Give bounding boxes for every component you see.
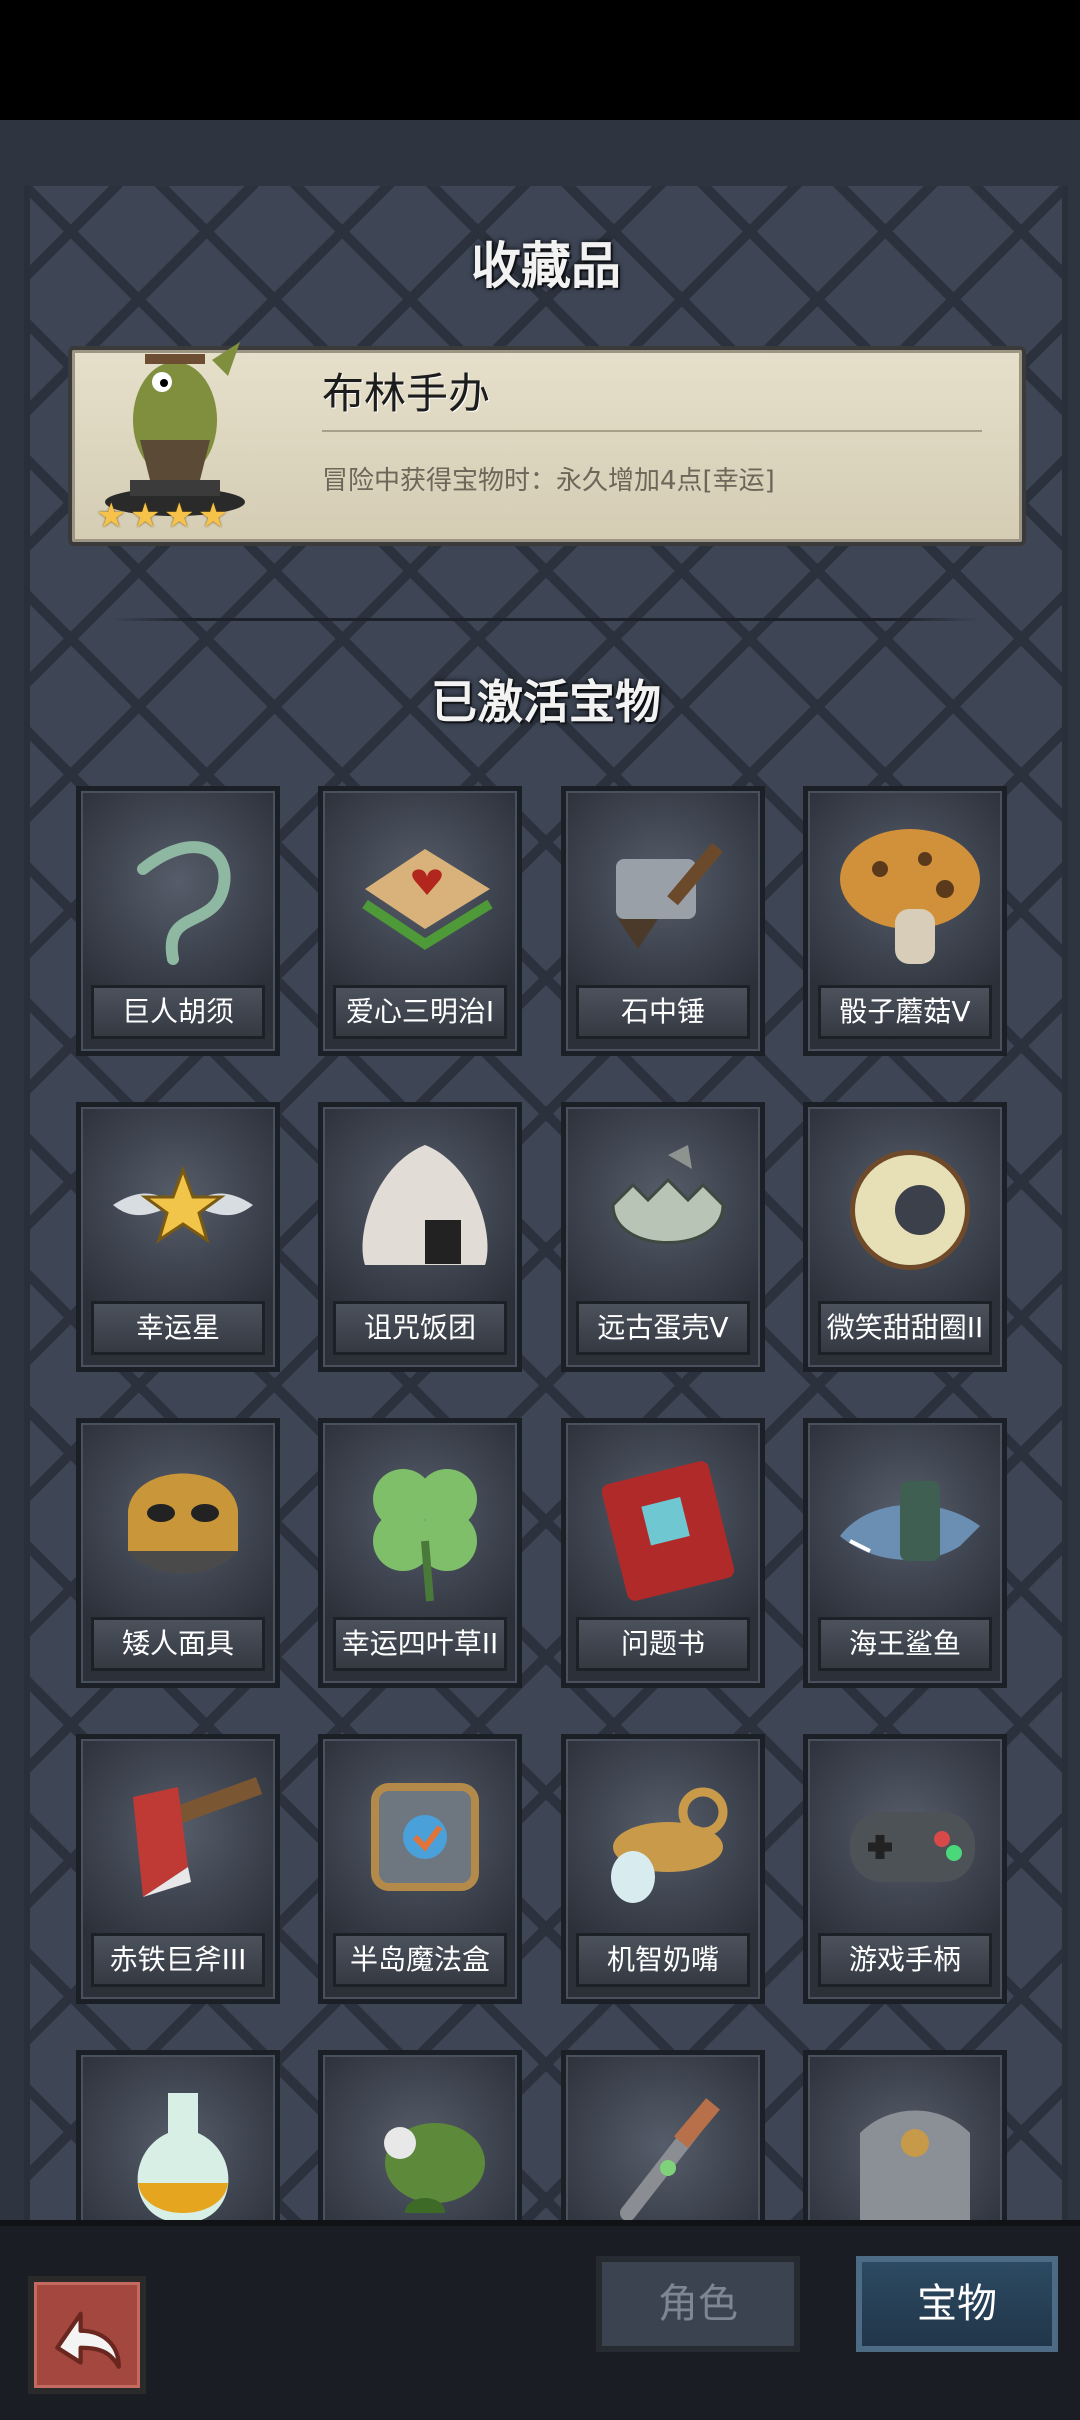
treasure-tile[interactable] (561, 2050, 765, 2220)
dagger-icon (620, 2098, 720, 2220)
treasure-label: 爱心三明治I (333, 985, 507, 1039)
treasure-tile[interactable]: 赤铁巨斧III (76, 1734, 280, 2004)
treasure-tile[interactable] (76, 2050, 280, 2220)
gamepad-icon (850, 1812, 975, 1882)
page-title: 收藏品 (471, 237, 621, 295)
tab-role[interactable]: 角色 (596, 2256, 800, 2352)
treasure-label: 幸运四叶草II (333, 1617, 507, 1671)
treasure-tile[interactable]: 机智奶嘴 (561, 1734, 765, 2004)
treasure-tile[interactable]: 问题书 (561, 1418, 765, 1688)
treasure-tile[interactable]: 矮人面具 (76, 1418, 280, 1688)
treasure-label: 半岛魔法盒 (333, 1933, 507, 1987)
treasure-label: 远古蛋壳V (576, 1301, 750, 1355)
treasure-tile[interactable]: 半岛魔法盒 (318, 1734, 522, 2004)
book-icon (601, 1461, 735, 1601)
treasure-label: 赤铁巨斧III (91, 1933, 265, 1987)
pacifier-icon (611, 1787, 728, 1903)
treasure-tile[interactable]: 海王鲨鱼 (803, 1418, 1007, 1688)
shark-icon (840, 1481, 980, 1561)
treasure-label: 诅咒饭团 (333, 1301, 507, 1355)
axe-icon (133, 1777, 263, 1897)
treasure-tile[interactable]: 微笑甜甜圈II (803, 1102, 1007, 1372)
treasure-label: 石中锤 (576, 985, 750, 1039)
treasure-label: 海王鲨鱼 (818, 1617, 992, 1671)
treasure-tile[interactable]: 诅咒饭团 (318, 1102, 522, 1372)
featured-item-name: 布林手办 (322, 369, 491, 418)
treasure-label: 机智奶嘴 (576, 1933, 750, 1987)
treasure-tile[interactable]: 石中锤 (561, 786, 765, 1056)
rice-ball-icon (362, 1145, 488, 1265)
treasure-tile[interactable]: 游戏手柄 (803, 1734, 1007, 2004)
mushroom-icon (840, 829, 980, 964)
treasure-tile[interactable] (318, 2050, 522, 2220)
bottom-nav: 角色 宝物 (0, 2220, 1080, 2420)
treasure-label: 问题书 (576, 1617, 750, 1671)
star-icon: ★ (164, 496, 195, 536)
treasure-tile[interactable] (803, 2050, 1007, 2220)
treasure-label: 游戏手柄 (818, 1933, 992, 1987)
treasure-tile[interactable]: 爱心三明治I (318, 786, 522, 1056)
section-divider (110, 618, 980, 621)
donut-icon (850, 1150, 970, 1270)
treasure-tile[interactable]: 远古蛋壳V (561, 1102, 765, 1372)
treasure-label: 巨人胡须 (91, 985, 265, 1039)
back-arrow-icon (55, 2311, 121, 2369)
tab-treasure[interactable]: 宝物 (856, 2256, 1058, 2352)
card-divider (322, 430, 982, 432)
hammer-icon (616, 842, 723, 949)
status-bar (0, 0, 1080, 120)
back-button[interactable] (28, 2276, 146, 2394)
treasure-tile[interactable]: 幸运四叶草II (318, 1418, 522, 1688)
treasure-label: 矮人面具 (91, 1617, 265, 1671)
treasure-label: 微笑甜甜圈II (818, 1301, 992, 1355)
clover-icon (373, 1469, 477, 1602)
collection-panel: 收藏品 ★ ★ ★ ★ 布林手办 冒险中获得宝物时：永久增加4点[幸运] 已激活… (24, 186, 1068, 2220)
potion-icon (137, 2093, 229, 2220)
treasure-label: 幸运星 (91, 1301, 265, 1355)
featured-item-card[interactable]: ★ ★ ★ ★ 布林手办 冒险中获得宝物时：永久增加4点[幸运] (68, 342, 1026, 546)
winged-star-icon (113, 1165, 253, 1244)
armor-icon (860, 2110, 970, 2220)
eggshell-icon (611, 1145, 725, 1244)
treasure-tile[interactable]: 骰子蘑菇V (803, 786, 1007, 1056)
mask-icon (128, 1473, 238, 1574)
plant-icon (384, 2123, 485, 2213)
star-icon: ★ (130, 496, 161, 536)
rating-stars: ★ ★ ★ ★ (96, 496, 230, 536)
treasure-tile[interactable]: 巨人胡须 (76, 786, 280, 1056)
star-icon: ★ (198, 496, 229, 536)
featured-item-description: 冒险中获得宝物时：永久增加4点[幸运] (322, 466, 775, 496)
star-icon: ★ (96, 496, 127, 536)
sandwich-icon (362, 849, 493, 950)
treasure-tile[interactable]: 幸运星 (76, 1102, 280, 1372)
magic-cube-icon (371, 1783, 479, 1891)
treasure-label: 骰子蘑菇V (818, 985, 992, 1039)
beard-icon (137, 841, 231, 965)
section-title: 已激活宝物 (431, 675, 661, 729)
